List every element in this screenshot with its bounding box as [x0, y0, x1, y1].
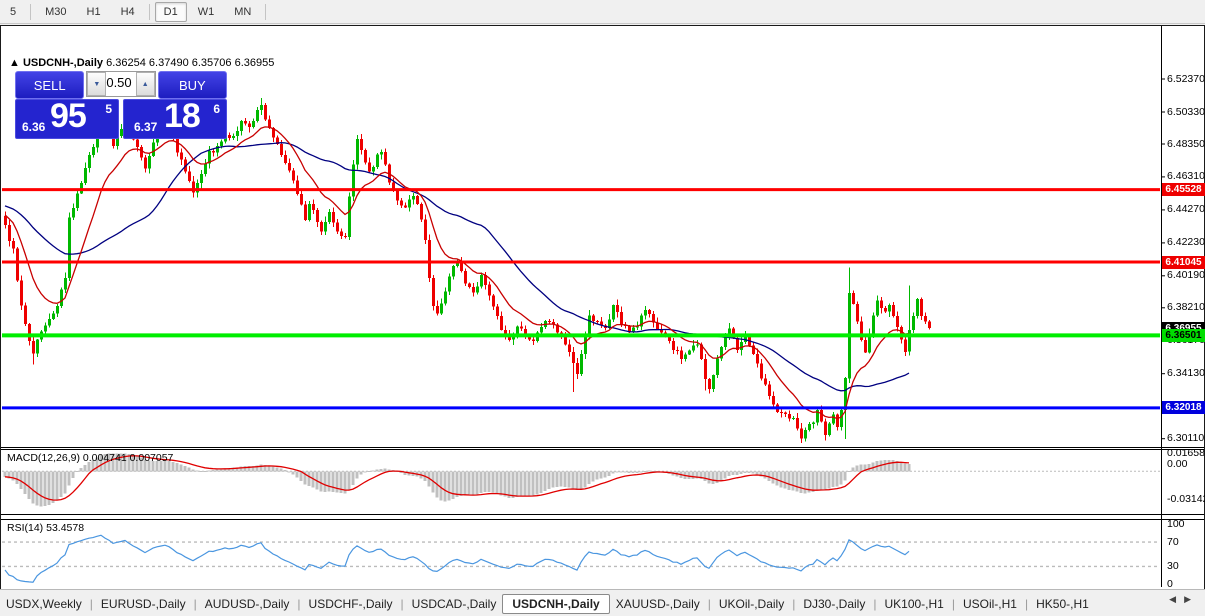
collapse-marker-icon: ▲ — [9, 57, 20, 69]
macd-value-signal: 0.007057 — [130, 452, 174, 464]
price-axis-tick: 6.52370 — [1167, 73, 1205, 86]
rsi-axis-tick: 70 — [1167, 536, 1179, 549]
tab-separator: | — [90, 597, 93, 611]
chart-tab-hk50-h1[interactable]: HK50-,H1 — [1030, 595, 1095, 613]
chart-tab-usdchf-daily[interactable]: USDCHF-,Daily — [303, 595, 399, 613]
chart-tab-xauusd-daily[interactable]: XAUUSD-,Daily — [610, 595, 706, 613]
chart-tab-dj30-daily[interactable]: DJ30-,Daily — [797, 595, 871, 613]
rsi-value: 53.4578 — [46, 522, 84, 534]
price-level-badge: 6.41045 — [1162, 256, 1205, 269]
price-axis-tick: 6.42230 — [1167, 236, 1205, 249]
sell-price-pips: 95 — [50, 97, 86, 136]
tab-separator: | — [194, 597, 197, 611]
sell-button[interactable]: SELL — [15, 71, 84, 99]
tab-separator: | — [297, 597, 300, 611]
tab-separator: | — [952, 597, 955, 611]
ohlc-high: 6.37490 — [149, 57, 189, 69]
buy-price-display[interactable]: 6.37 18 6 — [123, 99, 227, 139]
rsi-name: RSI(14) — [7, 522, 43, 534]
chart-tab-usdcad-daily[interactable]: USDCAD-,Daily — [406, 595, 503, 613]
price-axis-tick: 6.50330 — [1167, 106, 1205, 119]
tab-separator: | — [708, 597, 711, 611]
tab-separator: | — [1025, 597, 1028, 611]
price-axis-tick: 6.34130 — [1167, 367, 1205, 380]
symbol-label: USDCNH-,Daily — [23, 57, 103, 69]
price-axis-tick: 6.48350 — [1167, 138, 1205, 151]
macd-axis-tick: -0.031425 — [1167, 493, 1205, 506]
timeframe-toolbar: 5 M30H1H4 D1W1MN — [0, 0, 1205, 24]
chart-title: ▲ USDCNH-,Daily 6.36254 6.37490 6.35706 … — [9, 57, 274, 69]
tab-separator: | — [792, 597, 795, 611]
volume-input[interactable]: 0.50 — [106, 72, 135, 96]
timeframe-button-5[interactable]: 5 — [1, 2, 25, 22]
price-level-badge: 6.45528 — [1162, 183, 1205, 196]
toolbar-separator — [265, 4, 266, 20]
chart-tab-usdcnh-daily[interactable]: USDCNH-,Daily — [502, 594, 609, 614]
spinner-down-icon: ▼ — [93, 81, 100, 88]
rsi-axis-tick: 100 — [1167, 518, 1185, 531]
macd-axis-tick: 0.00 — [1167, 458, 1187, 471]
price-axis-tick: 6.40190 — [1167, 269, 1205, 282]
sell-price-display[interactable]: 6.36 95 5 — [15, 99, 119, 139]
spinner-up-icon: ▲ — [142, 81, 149, 88]
volume-box: ▼ 0.50 ▲ — [86, 71, 155, 97]
chart-window: 6.52370 6.50330 6.48350 6.46310 6.44270 6.422… — [0, 25, 1205, 590]
buy-button[interactable]: BUY — [158, 71, 227, 99]
ohlc-close: 6.36955 — [235, 57, 275, 69]
timeframe-button-h4[interactable]: H4 — [112, 2, 144, 22]
one-click-trading-panel: SELL ▼ 0.50 ▲ BUY 6.36 95 5 6.37 18 6 — [15, 71, 227, 139]
price-axis-tick: 6.38210 — [1167, 301, 1205, 314]
tab-scroll-arrows: ◀▶ — [1169, 594, 1199, 605]
tab-separator: | — [401, 597, 404, 611]
chart-tab-audusd-daily[interactable]: AUDUSD-,Daily — [199, 595, 296, 613]
tab-separator: | — [873, 597, 876, 611]
tab-scroll-right-icon[interactable]: ▶ — [1184, 594, 1199, 604]
price-level-badge: 6.32018 — [1162, 401, 1205, 414]
chart-tab-usdx-weekly[interactable]: USDX,Weekly — [0, 595, 88, 613]
buy-price-pips: 18 — [164, 97, 200, 136]
price-level-badge: 6.36501 — [1162, 329, 1205, 342]
timeframe-button-d1[interactable]: D1 — [155, 2, 187, 22]
toolbar-separator — [149, 4, 150, 20]
price-axis-tick: 6.46310 — [1167, 170, 1205, 183]
timeframe-button-mn[interactable]: MN — [225, 2, 260, 22]
chart-tab-usoil-h1[interactable]: USOil-,H1 — [957, 595, 1023, 613]
chart-tab-eurusd-daily[interactable]: EURUSD-,Daily — [95, 595, 192, 613]
chart-tab-uk100-h1[interactable]: UK100-,H1 — [878, 595, 949, 613]
rsi-axis-tick: 30 — [1167, 560, 1179, 573]
ohlc-low: 6.35706 — [192, 57, 232, 69]
buy-price-point: 6 — [213, 102, 220, 116]
macd-value-main: 0.004741 — [83, 452, 127, 464]
rsi-label: RSI(14) 53.4578 — [7, 522, 84, 534]
macd-name: MACD(12,26,9) — [7, 452, 80, 464]
timeframe-button-m30[interactable]: M30 — [36, 2, 75, 22]
timeframe-button-w1[interactable]: W1 — [189, 2, 224, 22]
toolbar-separator — [30, 4, 31, 20]
price-axis-tick: 6.30110 — [1167, 432, 1204, 445]
timeframe-button-h1[interactable]: H1 — [78, 2, 110, 22]
chart-tab-ukoil-daily[interactable]: UKOil-,Daily — [713, 595, 790, 613]
price-axis-tick: 6.44270 — [1167, 203, 1205, 216]
ohlc-open: 6.36254 — [106, 57, 146, 69]
sell-price-point: 5 — [105, 102, 112, 116]
sell-price-base: 6.36 — [22, 120, 45, 134]
trading-terminal: 5 M30H1H4 D1W1MN 6.52370 6.50330 6.48350 6.46… — [0, 0, 1205, 616]
volume-decrease-button[interactable]: ▼ — [87, 72, 106, 96]
tab-scroll-left-icon[interactable]: ◀ — [1169, 594, 1184, 604]
macd-label: MACD(12,26,9) 0.004741 0.007057 — [7, 452, 173, 464]
chart-tab-bar: USDX,Weekly|EURUSD-,Daily|AUDUSD-,Daily|… — [0, 589, 1205, 616]
volume-increase-button[interactable]: ▲ — [136, 72, 155, 96]
buy-price-base: 6.37 — [134, 120, 157, 134]
